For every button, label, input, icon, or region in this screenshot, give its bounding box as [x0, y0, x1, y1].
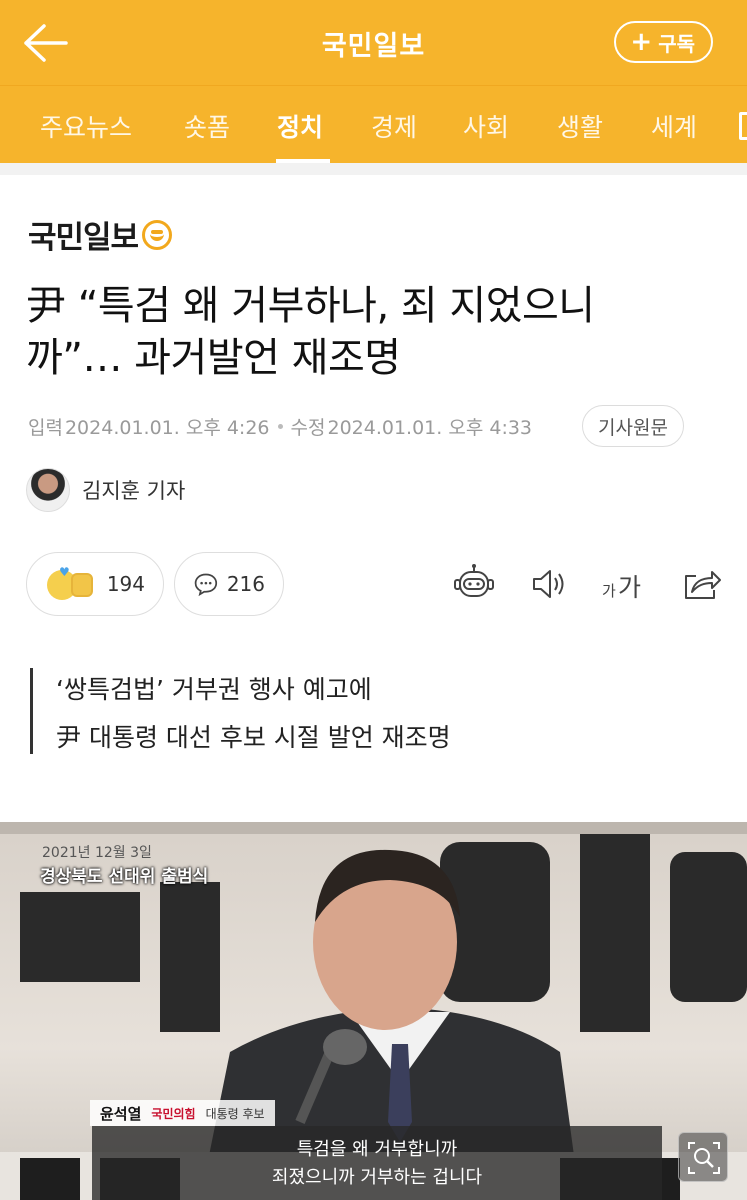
plus-icon: + [630, 27, 653, 57]
author-byline[interactable]: 김지훈 기자 [26, 468, 185, 512]
subscribe-button[interactable]: + 구독 [614, 21, 713, 63]
tab-politics[interactable]: 정치 [277, 108, 323, 144]
quote-line-1: ‘쌍특검법’ 거부권 행사 예고에 [56, 675, 372, 704]
speaker-nameplate: 윤석열 국민의힘 대통령 후보 [90, 1100, 275, 1126]
party-label: 국민의힘 [151, 1106, 196, 1121]
original-article-button[interactable]: 기사원문 [582, 405, 684, 447]
photo-caption-date: 2021년 12월 3일 [42, 845, 152, 861]
share-icon[interactable] [680, 562, 724, 606]
reaction-emoji-icon: ♥ [45, 565, 99, 601]
photo-caption-event: 경상북도 선대위 출범식 [40, 867, 209, 887]
top-bar: 국민일보 + 구독 [0, 0, 747, 85]
subtitle-line-2: 죄졌으니까 거부하는 겁니다 [271, 1167, 483, 1188]
author-name: 김지훈 기자 [82, 479, 186, 503]
article-headline: 尹 “특검 왜 거부하나, 죄 지었으니 까”… 과거발언 재조명 [26, 280, 716, 384]
reaction-button[interactable]: ♥ 194 [26, 552, 164, 616]
publisher-logo[interactable]: 국민일보 [28, 212, 173, 257]
back-arrow-icon[interactable] [22, 22, 68, 64]
speaker-icon[interactable] [528, 562, 572, 606]
category-tabs: 주요뉴스 숏폼 정치 경제 사회 생활 세계 [0, 85, 747, 163]
headline-line-1: 尹 “특검 왜 거부하나, 죄 지었으니 [26, 283, 595, 329]
edit-time: 2024.01.01. 오후 4:33 [327, 417, 533, 439]
comment-button[interactable]: 216 [174, 552, 284, 616]
font-size-large-label: 가 [618, 573, 642, 602]
article-timestamps: 입력 2024.01.01. 오후 4:26 수정 2024.01.01. 오후… [28, 413, 532, 440]
input-label: 입력 [28, 417, 63, 439]
input-time: 2024.01.01. 오후 4:26 [64, 417, 270, 439]
role-label: 대통령 후보 [205, 1106, 265, 1121]
tab-economy[interactable]: 경제 [371, 108, 417, 144]
more-tabs-icon[interactable] [739, 112, 747, 140]
tab-main-news[interactable]: 주요뉴스 [40, 108, 132, 144]
separator-dot [277, 424, 283, 429]
article-summary-quote: ‘쌍특검법’ 거부권 행사 예고에 尹 대통령 대선 후보 시절 발언 재조명 [56, 666, 451, 762]
subtitle-line-1: 특검을 왜 거부합니까 [296, 1139, 458, 1160]
divider [0, 163, 747, 175]
font-size-button[interactable]: 가 가 [600, 562, 652, 606]
tab-shortform[interactable]: 숏폼 [184, 108, 230, 144]
publisher-logo-text: 국민일보 [28, 220, 139, 256]
font-size-small-label: 가 [602, 582, 616, 600]
comment-count: 216 [226, 572, 265, 596]
tab-life[interactable]: 생활 [557, 108, 603, 144]
subscribe-label: 구독 [658, 31, 695, 56]
publisher-emblem-icon [142, 219, 173, 250]
article-photo[interactable]: 2021년 12월 3일 경상북도 선대위 출범식 윤석열 국민의힘 대통령 후… [0, 822, 747, 1200]
edit-label: 수정 [290, 417, 326, 439]
author-avatar [26, 468, 70, 512]
headline-line-2: 까”… 과거발언 재조명 [26, 335, 401, 381]
tab-world[interactable]: 세계 [651, 108, 697, 144]
search-zoom-icon[interactable] [678, 1132, 728, 1182]
tab-society[interactable]: 사회 [463, 108, 509, 144]
robot-icon[interactable] [452, 562, 496, 606]
quote-bar [30, 668, 33, 754]
quote-line-2: 尹 대통령 대선 후보 시절 발언 재조명 [56, 723, 451, 752]
comment-bubble-icon [194, 573, 218, 597]
reaction-count: 194 [106, 572, 145, 596]
speaker-name: 윤석열 [100, 1104, 142, 1123]
video-subtitle: 특검을 왜 거부합니까 죄졌으니까 거부하는 겁니다 [92, 1126, 662, 1200]
